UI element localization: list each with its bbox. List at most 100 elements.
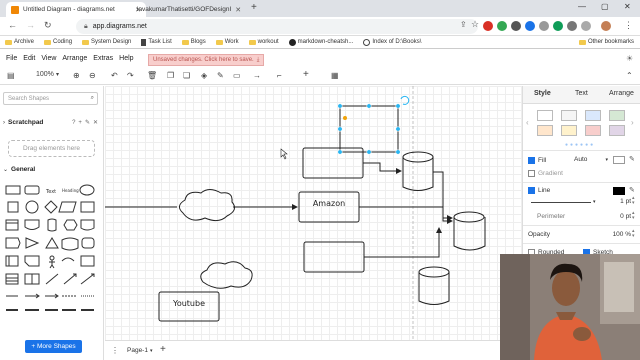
zoom-out-icon[interactable]: ⊖ — [89, 71, 96, 80]
to-front-icon[interactable]: ❐ — [167, 71, 174, 80]
tab-text[interactable]: Text — [575, 90, 588, 97]
menu-help[interactable]: Help — [119, 55, 133, 62]
chevron-right-icon[interactable]: › — [631, 118, 634, 127]
scratchpad-actions[interactable]: ?+✎✕ — [72, 119, 101, 126]
tab-style[interactable]: Style — [534, 90, 551, 97]
extension-icon[interactable] — [483, 21, 493, 31]
new-tab-button[interactable]: + — [251, 2, 257, 13]
maximize-icon[interactable]: ▢ — [601, 2, 609, 11]
extension-icon[interactable] — [511, 21, 521, 31]
fill-mode-select[interactable]: Auto ▾ — [574, 156, 608, 163]
puzzle-extensions-icon[interactable] — [567, 21, 577, 31]
menu-edit[interactable]: Edit — [23, 55, 35, 62]
selected-box[interactable] — [339, 105, 399, 153]
more-shapes-button[interactable]: + More Shapes — [25, 340, 82, 353]
minimize-icon[interactable]: — — [578, 2, 586, 11]
style-swatch[interactable] — [585, 110, 601, 121]
format-panel-icon[interactable]: ▤ — [7, 71, 15, 80]
opacity-input[interactable]: 100 % — [603, 231, 631, 238]
url-field[interactable]: 🔒︎ app.diagrams.net — [76, 19, 478, 34]
bookmark-books[interactable]: Index of D:\Books\ — [363, 38, 421, 46]
to-back-icon[interactable]: ❏ — [183, 71, 190, 80]
search-input[interactable]: Search Shapes ⌕ — [3, 92, 98, 105]
amazon-label[interactable]: Amazon — [299, 199, 359, 208]
style-swatch[interactable] — [585, 125, 601, 136]
chevron-left-icon[interactable]: ‹ — [526, 118, 529, 127]
line-color-icon[interactable]: ✎ — [217, 71, 224, 80]
browser-menu-icon[interactable]: ⋮ — [624, 20, 633, 31]
scratchpad-header[interactable]: › Scratchpad ?+✎✕ — [3, 119, 101, 126]
perimeter-input[interactable]: 0 pt — [607, 213, 631, 220]
line-checkbox[interactable] — [528, 187, 535, 194]
unsaved-changes-banner[interactable]: Unsaved changes. Click here to save. ⤓ — [148, 54, 265, 66]
close-tab-icon[interactable]: ✕ — [235, 6, 241, 14]
rotate-handle-icon[interactable] — [400, 95, 410, 105]
chevron-down-icon[interactable]: ▾ — [593, 199, 596, 205]
style-swatch[interactable] — [561, 125, 577, 136]
scratchpad-drop-zone[interactable]: Drag elements here — [8, 140, 95, 157]
cloud-shape[interactable] — [200, 261, 253, 289]
browser-tab-github[interactable]: lavakumarThatisetti/GOFDesignI ✕ — [128, 2, 244, 17]
style-swatch[interactable] — [609, 125, 625, 136]
bookmark-blogs[interactable]: Blogs — [181, 39, 206, 45]
collapse-icon[interactable]: ⌃ — [626, 71, 633, 80]
stepper-icon[interactable]: ▴ ▾ — [632, 196, 635, 206]
extension-icon[interactable] — [497, 21, 507, 31]
fill-color-swatch[interactable] — [613, 156, 625, 164]
style-swatch[interactable] — [537, 125, 553, 136]
extension-icon[interactable] — [553, 21, 563, 31]
shadow-icon[interactable]: ▭ — [233, 71, 241, 80]
waypoints-icon[interactable]: ⌐ — [277, 71, 282, 80]
menu-arrange[interactable]: Arrange — [62, 55, 87, 62]
connection-point[interactable] — [343, 116, 347, 120]
bookmark-other[interactable]: Other bookmarks — [578, 39, 634, 45]
bookmark-task-list[interactable]: Task List — [141, 38, 172, 46]
diagram-canvas[interactable]: Amazon Youtube — [105, 86, 522, 340]
share-icon[interactable]: ⇪ — [460, 20, 467, 29]
redo-icon[interactable]: ↷ — [127, 71, 134, 80]
style-swatch[interactable] — [609, 110, 625, 121]
line-color-swatch[interactable] — [613, 187, 625, 195]
style-swatch[interactable] — [537, 110, 553, 121]
bookmark-work[interactable]: Work — [215, 39, 239, 45]
profile-avatar[interactable] — [601, 21, 611, 31]
zoom-in-icon[interactable]: ⊕ — [73, 71, 80, 80]
close-window-icon[interactable]: ✕ — [624, 2, 631, 11]
connection-icon[interactable]: → — [253, 71, 261, 80]
menu-file[interactable]: File — [6, 55, 17, 62]
general-header[interactable]: ⌄ General — [3, 166, 35, 173]
stepper-icon[interactable]: ▴ ▾ — [632, 211, 635, 221]
eyedropper-icon[interactable]: ✎ — [629, 155, 635, 163]
general-shapes-grid[interactable]: Text Heading — [4, 182, 100, 330]
chevron-down-icon[interactable]: ▾ — [56, 71, 59, 78]
insert-icon[interactable]: + — [303, 69, 309, 80]
cloud-shape[interactable] — [179, 189, 236, 222]
table-icon[interactable]: ▦ — [331, 71, 339, 80]
back-icon[interactable]: ← — [8, 20, 17, 30]
youtube-label[interactable]: Youtube — [159, 299, 219, 308]
menu-extras[interactable]: Extras — [93, 55, 113, 62]
theme-toggle-icon[interactable]: ☀ — [626, 54, 633, 63]
line-pattern-select[interactable] — [531, 202, 591, 203]
line-width-input[interactable]: 1 pt — [607, 198, 631, 205]
delete-icon[interactable]: 🗑︎ — [147, 71, 157, 80]
swatch-page-dots[interactable]: ●●●●●● — [565, 142, 595, 148]
browser-tab-diagrams[interactable]: Untitled Diagram - diagrams.net ✕ — [6, 2, 146, 17]
gradient-checkbox[interactable] — [528, 170, 535, 177]
bookmark-workout[interactable]: workout — [248, 39, 279, 45]
fill-color-icon[interactable]: ◈ — [201, 71, 207, 80]
bookmark-system-design[interactable]: System Design — [82, 39, 131, 45]
undo-icon[interactable]: ↶ — [111, 71, 118, 80]
process-box[interactable] — [303, 241, 365, 273]
style-swatch[interactable] — [561, 110, 577, 121]
page-tab[interactable]: Page-1 ▾ — [123, 344, 156, 357]
bookmark-markdown[interactable]: markdown-cheatsh... — [288, 38, 353, 46]
forward-icon[interactable]: → — [26, 20, 35, 30]
bookmark-coding[interactable]: Coding — [44, 39, 72, 45]
fill-checkbox[interactable] — [528, 157, 535, 164]
reload-icon[interactable]: ↻ — [44, 20, 52, 31]
pages-menu-icon[interactable]: ⋮ — [111, 346, 119, 355]
media-icon[interactable] — [581, 21, 591, 31]
extension-icon[interactable] — [539, 21, 549, 31]
zoom-select[interactable]: 100% — [36, 71, 54, 78]
